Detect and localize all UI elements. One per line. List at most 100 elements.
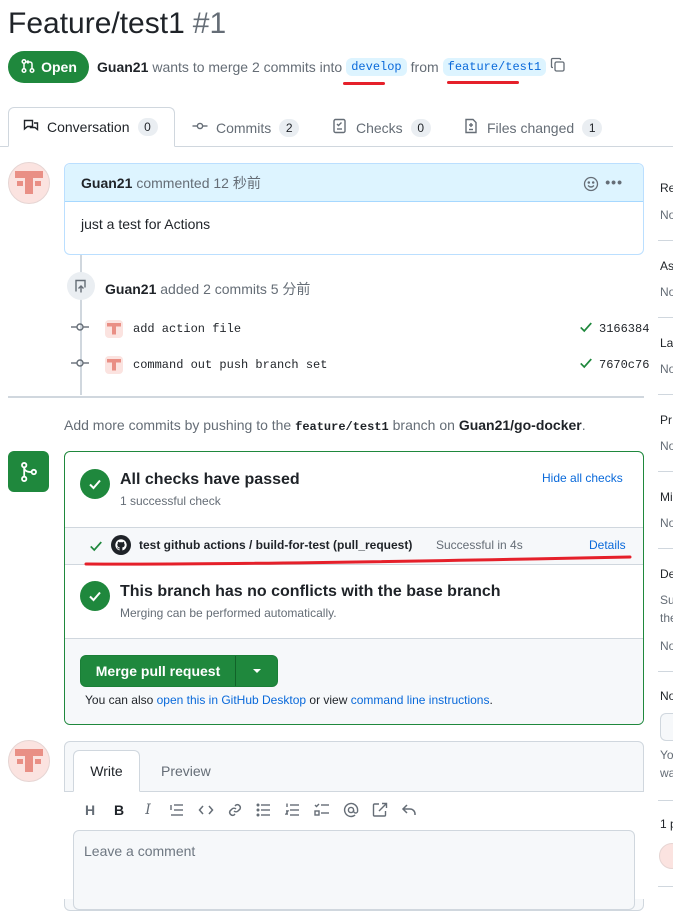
- pr-state-badge: Open: [8, 51, 89, 83]
- check-run-status: Successful in 4s: [436, 538, 523, 552]
- sidebar-assignees-value: No: [660, 285, 673, 299]
- tab-label: Files changed: [487, 119, 575, 136]
- tab-commits[interactable]: Commits 2: [192, 108, 300, 147]
- hide-checks-link[interactable]: Hide all checks: [542, 471, 623, 485]
- quote-icon[interactable]: [166, 799, 188, 821]
- commit-sha[interactable]: 7670c76: [599, 358, 649, 372]
- merge-note: You can also open this in GitHub Desktop…: [85, 693, 493, 707]
- comment-action: commented 12 秒前: [136, 174, 261, 191]
- merge-text: wants to merge 2 commits into: [152, 58, 343, 75]
- sidebar-projects-value: No: [660, 439, 673, 453]
- sidebar-divider: [658, 886, 673, 887]
- editor-toolbar: H B I: [79, 799, 420, 821]
- annotation-underline-head: [447, 81, 519, 84]
- commit-avatar[interactable]: [105, 355, 123, 374]
- timeline-divider: [8, 396, 644, 398]
- sidebar-milestone-label[interactable]: Mi: [660, 490, 673, 504]
- tab-counter: 0: [137, 118, 158, 136]
- pr-title: Feature/test1 #1: [8, 6, 226, 42]
- sidebar-development-label[interactable]: De: [660, 567, 673, 581]
- commit-avatar[interactable]: [105, 319, 123, 338]
- file-diff-icon: [463, 118, 479, 137]
- commit-status: 7670c76: [579, 356, 649, 373]
- pr-state-label: Open: [41, 59, 77, 75]
- sidebar-assignees-label[interactable]: As: [660, 259, 673, 273]
- reply-icon[interactable]: [398, 799, 420, 821]
- commit-message[interactable]: add action file: [133, 322, 241, 336]
- merge-note-post: .: [489, 693, 493, 707]
- chevron-down-icon[interactable]: [236, 666, 277, 676]
- pr-title-text: Feature/test1: [8, 7, 185, 40]
- sidebar-divider: [658, 548, 673, 549]
- check-icon[interactable]: [579, 356, 593, 373]
- ordered-list-icon[interactable]: [282, 799, 304, 821]
- tab-counter: 2: [279, 118, 300, 137]
- sidebar-notifications-text-2: wa: [660, 766, 673, 780]
- unordered-list-icon[interactable]: [253, 799, 275, 821]
- details-link[interactable]: Details: [589, 538, 626, 552]
- tab-preview[interactable]: Preview: [161, 763, 211, 779]
- list-item: command out push branch set: [70, 355, 327, 374]
- git-merge-icon: [8, 451, 49, 492]
- participant-avatar[interactable]: [659, 843, 673, 869]
- comment-textarea[interactable]: Leave a comment: [73, 830, 635, 910]
- tab-files-changed[interactable]: Files changed 1: [463, 108, 603, 147]
- sidebar-notifications-text: Yo: [660, 748, 673, 762]
- sidebar-development-value: No: [660, 639, 673, 653]
- base-branch[interactable]: develop: [346, 57, 407, 76]
- repo-push-icon: [67, 272, 95, 300]
- cli-instructions-link[interactable]: command line instructions: [351, 693, 490, 707]
- tab-checks[interactable]: Checks 0: [332, 108, 431, 147]
- sidebar-notifications-label[interactable]: No: [660, 689, 673, 703]
- smiley-icon[interactable]: [583, 176, 599, 195]
- avatar-identicon: [15, 171, 43, 194]
- sidebar-development-text-2: the: [660, 611, 673, 625]
- check-icon[interactable]: [579, 320, 593, 337]
- comment-author[interactable]: Guan21: [81, 175, 132, 191]
- pull-request-icon: [20, 58, 36, 77]
- push-hint-post: .: [581, 417, 586, 433]
- tab-conversation[interactable]: Conversation 0: [8, 107, 175, 147]
- commit-message[interactable]: command out push branch set: [133, 358, 327, 372]
- conflicts-subtitle: Merging can be performed automatically.: [120, 606, 337, 620]
- author-link[interactable]: Guan21: [97, 59, 148, 75]
- comment-body: just a test for Actions: [81, 216, 211, 232]
- heading-icon[interactable]: H: [79, 799, 101, 821]
- mention-icon[interactable]: [340, 799, 362, 821]
- code-icon[interactable]: [195, 799, 217, 821]
- sidebar-reviewers-label[interactable]: Re: [660, 181, 673, 195]
- commit-icon: [70, 355, 90, 374]
- sidebar-labels-value: No: [660, 362, 673, 376]
- merge-note-mid: or view: [309, 693, 348, 707]
- commit-sha[interactable]: 3166384: [599, 322, 649, 336]
- cross-reference-icon[interactable]: [369, 799, 391, 821]
- kebab-icon[interactable]: •••: [605, 174, 623, 190]
- tab-label: Commits: [216, 119, 272, 136]
- tab-label: Conversation: [47, 119, 130, 135]
- bold-icon[interactable]: B: [108, 799, 130, 821]
- annotation-underline-base: [343, 82, 385, 85]
- push-hint: Add more commits by pushing to the featu…: [64, 417, 586, 434]
- desktop-link[interactable]: open this in GitHub Desktop: [157, 693, 306, 707]
- comment-box: Guan21 commented 12 秒前 ••• just a test f…: [64, 163, 644, 255]
- head-branch[interactable]: feature/test1: [442, 57, 547, 76]
- checklist-icon: [332, 118, 348, 137]
- tab-counter: 0: [410, 118, 431, 137]
- italic-icon[interactable]: I: [137, 799, 159, 821]
- pr-number: #1: [192, 7, 227, 40]
- tab-write[interactable]: Write: [73, 750, 140, 792]
- avatar[interactable]: [8, 162, 50, 204]
- task-list-icon[interactable]: [311, 799, 333, 821]
- list-item: add action file: [70, 319, 241, 338]
- merge-pull-request-button[interactable]: Merge pull request: [80, 655, 278, 687]
- copy-icon[interactable]: [550, 57, 566, 76]
- link-icon[interactable]: [224, 799, 246, 821]
- subscribe-button[interactable]: [660, 713, 673, 741]
- commits-event-author[interactable]: Guan21: [105, 281, 156, 297]
- sidebar-participants-label: 1 p: [660, 817, 673, 831]
- sidebar-projects-label[interactable]: Pr: [660, 413, 672, 427]
- checks-title: All checks have passed: [120, 471, 300, 488]
- avatar[interactable]: [8, 740, 50, 782]
- repo-link[interactable]: Guan21/go-docker: [459, 417, 582, 433]
- sidebar-labels-label[interactable]: La: [660, 336, 673, 350]
